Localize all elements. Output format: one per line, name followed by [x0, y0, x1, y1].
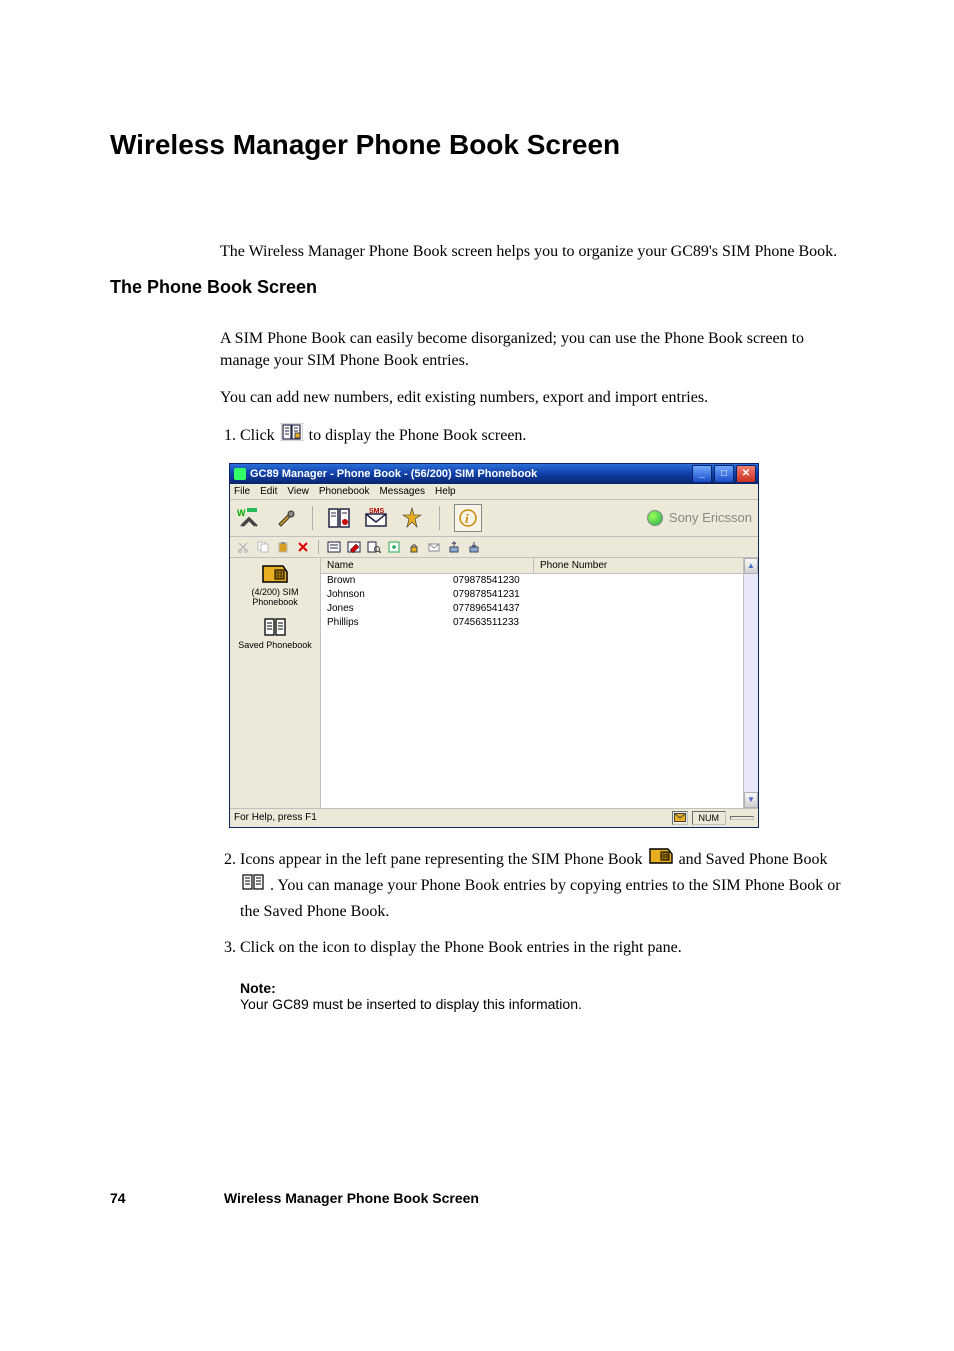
- brand-text: Sony Ericsson: [669, 510, 752, 525]
- status-mail-icon: [672, 811, 688, 825]
- menu-phonebook[interactable]: Phonebook: [319, 486, 370, 497]
- step-2-text-a: Icons appear in the left pane representi…: [240, 851, 647, 868]
- find-icon[interactable]: [367, 540, 381, 554]
- saved-phonebook-icon: [263, 617, 287, 637]
- menu-view[interactable]: View: [287, 486, 309, 497]
- maximize-button[interactable]: □: [714, 465, 734, 483]
- sim-card-icon: [261, 564, 289, 584]
- section-para-2: You can add new numbers, edit existing n…: [220, 387, 844, 409]
- status-num: NUM: [692, 811, 727, 825]
- app-window: GC89 Manager - Phone Book - (56/200) SIM…: [230, 464, 758, 827]
- toolbar-separator: [318, 540, 319, 554]
- step-3: Click on the icon to display the Phone B…: [240, 935, 844, 961]
- scroll-up-icon[interactable]: ▲: [744, 558, 758, 574]
- new-entry-icon[interactable]: [327, 540, 341, 554]
- page-title: Wireless Manager Phone Book Screen: [110, 129, 844, 161]
- statusbar: For Help, press F1 NUM: [230, 808, 758, 827]
- step-1-text-a: Click: [240, 427, 279, 444]
- step-1-text-b: to display the Phone Book screen.: [309, 427, 527, 444]
- app-icon: [234, 468, 246, 480]
- saved-phonebook-inline-icon: [242, 873, 264, 899]
- scroll-down-icon[interactable]: ▼: [744, 792, 758, 808]
- phonebook-tool-icon[interactable]: [327, 505, 353, 531]
- intro-paragraph: The Wireless Manager Phone Book screen h…: [220, 241, 844, 263]
- table-row[interactable]: Phillips 074563511233: [321, 616, 758, 630]
- titlebar: GC89 Manager - Phone Book - (56/200) SIM…: [230, 464, 758, 484]
- status-empty-cell: [730, 816, 754, 820]
- svg-text:i: i: [465, 511, 469, 526]
- saved-phonebook-item[interactable]: Saved Phonebook: [232, 617, 318, 650]
- table-rows: Brown 079878541230 Johnson 079878541231 …: [321, 574, 758, 630]
- table-row[interactable]: Brown 079878541230: [321, 574, 758, 588]
- content-area: (4/200) SIM Phonebook: [230, 558, 758, 808]
- secondary-toolbar: [230, 537, 758, 558]
- paste-icon[interactable]: [276, 540, 290, 554]
- step-2-text-c: . You can manage your Phone Book entries…: [240, 877, 841, 920]
- menu-messages[interactable]: Messages: [379, 486, 425, 497]
- menu-file[interactable]: File: [234, 486, 250, 497]
- services-tool-icon[interactable]: [399, 505, 425, 531]
- note-block: Note: Your GC89 must be inserted to disp…: [240, 980, 844, 1012]
- menu-help[interactable]: Help: [435, 486, 456, 497]
- scroll-track[interactable]: [744, 574, 758, 792]
- page-footer: 74 Wireless Manager Phone Book Screen: [110, 1190, 479, 1206]
- settings-tool-icon[interactable]: [272, 505, 298, 531]
- menu-edit[interactable]: Edit: [260, 486, 277, 497]
- import-icon[interactable]: [467, 540, 481, 554]
- sim-card-inline-icon: [649, 847, 673, 873]
- section-heading: The Phone Book Screen: [110, 277, 844, 298]
- window-title: GC89 Manager - Phone Book - (56/200) SIM…: [250, 468, 537, 480]
- note-label: Note:: [240, 980, 844, 996]
- lock-icon[interactable]: [407, 540, 421, 554]
- cut-icon[interactable]: [236, 540, 250, 554]
- step-2-text-b: and Saved Phone Book: [679, 851, 828, 868]
- sms-tool-icon[interactable]: SMS: [363, 505, 389, 531]
- section-para-1: A SIM Phone Book can easily become disor…: [220, 328, 844, 371]
- table-row[interactable]: Jones 077896541437: [321, 602, 758, 616]
- column-headers: Name Phone Number: [321, 558, 758, 574]
- close-button[interactable]: ✕: [736, 465, 756, 483]
- left-pane: (4/200) SIM Phonebook: [230, 558, 321, 808]
- export-icon[interactable]: [447, 540, 461, 554]
- footer-title: Wireless Manager Phone Book Screen: [224, 1190, 479, 1206]
- status-left: For Help, press F1: [234, 812, 317, 823]
- phonebook-toolbar-icon: [281, 423, 303, 450]
- edit-entry-icon[interactable]: [347, 540, 361, 554]
- copy-icon[interactable]: [256, 540, 270, 554]
- main-toolbar: W: [230, 500, 758, 537]
- step-1: Click to display the Phone Book s: [240, 423, 844, 450]
- send-sms-icon[interactable]: [427, 540, 441, 554]
- sim-phonebook-label: (4/200) SIM Phonebook: [232, 587, 318, 607]
- brand-label: Sony Ericsson: [647, 510, 752, 526]
- column-number[interactable]: Phone Number: [534, 558, 758, 573]
- page-number: 74: [110, 1190, 220, 1206]
- minimize-button[interactable]: _: [692, 465, 712, 483]
- vertical-scrollbar[interactable]: ▲ ▼: [743, 558, 758, 808]
- note-text: Your GC89 must be inserted to display th…: [240, 996, 844, 1012]
- status-tool-icon[interactable]: W: [236, 505, 262, 531]
- move-to-sim-icon[interactable]: [387, 540, 401, 554]
- right-pane: Name Phone Number Brown 079878541230 Joh…: [321, 558, 758, 808]
- saved-phonebook-label: Saved Phonebook: [232, 640, 318, 650]
- table-row[interactable]: Johnson 079878541231: [321, 588, 758, 602]
- info-tool-icon[interactable]: i: [454, 504, 482, 532]
- column-name[interactable]: Name: [321, 558, 534, 573]
- step-2: Icons appear in the left pane representi…: [240, 847, 844, 925]
- sim-phonebook-item[interactable]: (4/200) SIM Phonebook: [232, 564, 318, 607]
- menubar: File Edit View Phonebook Messages Help: [230, 484, 758, 500]
- svg-text:W: W: [237, 508, 246, 518]
- brand-logo-icon: [647, 510, 663, 526]
- svg-text:SMS: SMS: [369, 508, 385, 515]
- delete-icon[interactable]: [296, 540, 310, 554]
